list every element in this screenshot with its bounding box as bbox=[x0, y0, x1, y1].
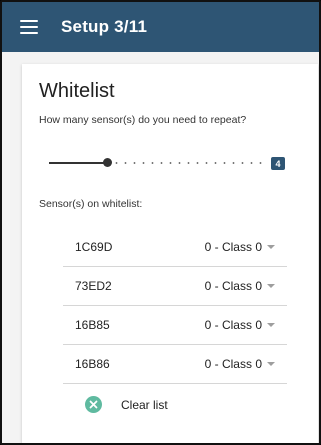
sensor-list: 1C69D 0 - Class 0 73ED2 0 - Class 0 16B8… bbox=[63, 228, 287, 384]
repeat-question: How many sensor(s) do you need to repeat… bbox=[39, 114, 247, 126]
class-select-value: 0 - Class 0 bbox=[204, 318, 262, 332]
clear-list-button[interactable]: Clear list bbox=[85, 396, 168, 413]
list-item: 73ED2 0 - Class 0 bbox=[63, 267, 287, 306]
class-select-value: 0 - Class 0 bbox=[204, 279, 262, 293]
sensor-count-slider[interactable] bbox=[49, 158, 265, 168]
dropdown-caret-icon bbox=[267, 362, 275, 366]
whitelist-label: Sensor(s) on whitelist: bbox=[39, 198, 143, 210]
slider-thumb[interactable] bbox=[103, 158, 113, 167]
hamburger-menu-icon[interactable] bbox=[20, 20, 38, 34]
class-select-value: 0 - Class 0 bbox=[204, 357, 262, 371]
slider-fill bbox=[49, 162, 108, 164]
app-bar: Setup 3/11 bbox=[2, 2, 319, 52]
dropdown-caret-icon bbox=[267, 323, 275, 327]
clear-circle-icon bbox=[85, 396, 102, 413]
page-title: Setup 3/11 bbox=[61, 17, 148, 36]
dropdown-caret-icon bbox=[267, 284, 275, 288]
sensor-id: 1C69D bbox=[75, 240, 113, 254]
list-item: 1C69D 0 - Class 0 bbox=[63, 228, 287, 267]
app-window: Setup 3/11 Whitelist How many sensor(s) … bbox=[0, 0, 321, 445]
list-item: 16B85 0 - Class 0 bbox=[63, 306, 287, 345]
whitelist-card: Whitelist How many sensor(s) do you need… bbox=[22, 64, 318, 443]
dropdown-caret-icon bbox=[267, 245, 275, 249]
clear-list-label: Clear list bbox=[121, 397, 168, 412]
slider-value-badge: 4 bbox=[271, 157, 285, 170]
card-title: Whitelist bbox=[39, 80, 115, 102]
list-item: 16B86 0 - Class 0 bbox=[63, 345, 287, 384]
class-select[interactable]: 0 - Class 0 bbox=[205, 318, 275, 332]
class-select-value: 0 - Class 0 bbox=[204, 240, 262, 254]
sensor-id: 16B86 bbox=[75, 357, 110, 371]
sensor-id: 73ED2 bbox=[75, 279, 112, 293]
class-select[interactable]: 0 - Class 0 bbox=[205, 279, 275, 293]
class-select[interactable]: 0 - Class 0 bbox=[205, 240, 275, 254]
class-select[interactable]: 0 - Class 0 bbox=[205, 357, 275, 371]
sensor-id: 16B85 bbox=[75, 318, 110, 332]
